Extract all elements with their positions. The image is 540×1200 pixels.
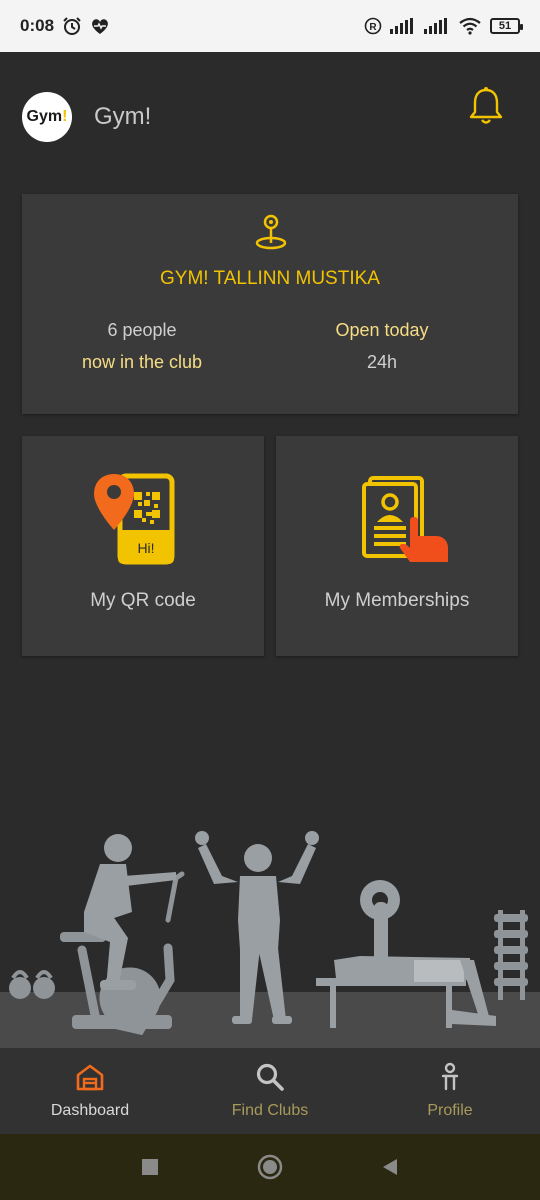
back-button[interactable]: [377, 1154, 403, 1180]
bottom-navigation: Dashboard Find Clubs Profile: [0, 1048, 540, 1134]
my-qr-code-label: My QR code: [90, 590, 196, 611]
status-bar: 0:08 R 51: [0, 0, 540, 52]
hours-stat: Open today 24h: [262, 314, 502, 378]
logo-text: Gym: [26, 108, 63, 125]
registered-icon: R: [364, 17, 382, 35]
gym-logo[interactable]: Gym!: [22, 92, 72, 142]
app-header: Gym! Gym!: [0, 52, 540, 182]
svg-text:R: R: [369, 22, 377, 33]
location-pin-icon: [254, 214, 288, 250]
qr-phone-icon: Hi!: [94, 473, 175, 565]
heart-pulse-icon: [90, 17, 110, 35]
nav-dashboard-label: Dashboard: [50, 1102, 130, 1119]
triangle-back-icon: [383, 1159, 397, 1175]
signal-icon: [390, 18, 416, 34]
circle-icon: [257, 1154, 283, 1180]
open-label: Open today: [335, 320, 429, 340]
home-icon: [76, 1064, 104, 1091]
signal-icon: [424, 18, 450, 34]
nav-profile-label: Profile: [427, 1102, 473, 1119]
my-memberships-tile[interactable]: My Memberships: [276, 436, 518, 656]
club-name: GYM! TALLINN MUSTIKA: [160, 268, 380, 289]
app-title: Gym!: [94, 103, 152, 130]
system-navigation-bar: [0, 1134, 540, 1200]
wifi-icon: [458, 17, 482, 35]
people-caption: now in the club: [81, 352, 203, 372]
people-count: 6 people: [107, 320, 177, 340]
battery-level: 51: [498, 20, 512, 32]
club-card[interactable]: GYM! TALLINN MUSTIKA 6 people now in the…: [22, 194, 518, 414]
opening-hours: 24h: [366, 352, 398, 372]
status-time: 0:08: [20, 16, 55, 35]
logo-mark: !: [62, 108, 68, 125]
nav-find-clubs-label: Find Clubs: [231, 1102, 309, 1119]
people-stat: 6 people now in the club: [22, 314, 262, 378]
my-memberships-label: My Memberships: [324, 590, 470, 611]
nav-dashboard[interactable]: Dashboard: [0, 1048, 180, 1134]
recents-button[interactable]: [137, 1154, 163, 1180]
bell-icon[interactable]: [468, 86, 504, 126]
status-left: 0:08: [20, 16, 110, 36]
nav-profile[interactable]: Profile: [360, 1048, 540, 1134]
phone-hi-text: Hi!: [137, 540, 154, 556]
home-button[interactable]: [257, 1154, 283, 1180]
gym-illustration: [0, 831, 540, 1050]
square-icon: [142, 1159, 158, 1175]
alarm-icon: [62, 16, 82, 36]
nav-find-clubs[interactable]: Find Clubs: [180, 1048, 360, 1134]
battery-icon: 51: [490, 18, 523, 34]
my-qr-code-tile[interactable]: Hi! My QR code: [22, 436, 264, 656]
person-icon: [441, 1062, 459, 1091]
membership-card-icon: [362, 476, 448, 562]
search-icon: [256, 1063, 284, 1091]
status-right: R 51: [364, 17, 523, 35]
